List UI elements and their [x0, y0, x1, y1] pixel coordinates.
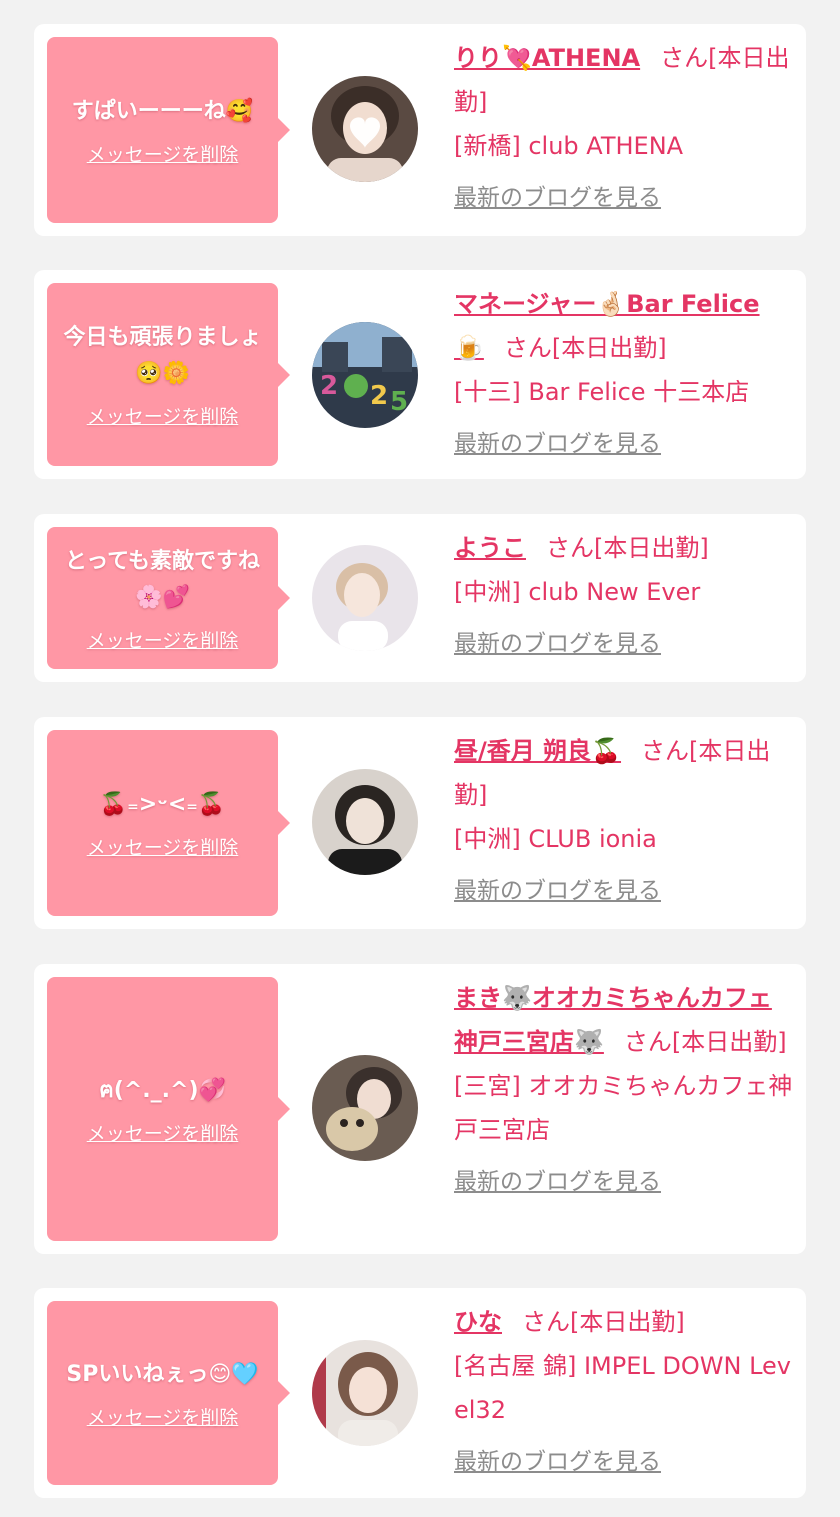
avatar-photo: 2 2 5	[312, 322, 418, 428]
cast-name-link[interactable]: ようこ	[454, 534, 526, 562]
honorific: さん	[623, 1028, 672, 1056]
message-text: 🍒₌>ᵕ<₌🍒	[99, 791, 226, 817]
message-text: 今日も頑張りましょ🥺🌼	[63, 325, 262, 386]
message-text: ฅ(^._.^)💞	[99, 1077, 226, 1103]
message-card: すぱいーーーね🥰 メッセージを削除 りり💘ATHENA さん[本日出勤] [新橋]…	[34, 24, 806, 236]
delete-message-link[interactable]: メッセージを削除	[87, 1403, 239, 1430]
store-name: [三宮] オオカミちゃんカフェ神戸三宮店	[454, 1072, 793, 1144]
message-bubble: 今日も頑張りましょ🥺🌼 メッセージを削除	[47, 283, 290, 466]
cast-name-line: ひな さん[本日出勤]	[454, 1300, 794, 1344]
message-bubble: すぱいーーーね🥰 メッセージを削除	[47, 37, 290, 223]
latest-blog-link[interactable]: 最新のブログを見る	[454, 1164, 794, 1200]
svg-text:5: 5	[390, 387, 408, 417]
cast-info: マネージャー🤞🏻Bar Felice 🍺 さん[本日出勤] [十三] Bar Fe…	[454, 282, 794, 462]
store-name: [中洲] CLUB ionia	[454, 825, 657, 853]
avatar[interactable]	[312, 76, 418, 182]
delete-message-link[interactable]: メッセージを削除	[87, 140, 239, 167]
honorific: さん	[546, 534, 594, 562]
latest-blog-link[interactable]: 最新のブログを見る	[454, 426, 794, 462]
cast-info: 昼/香月 朔良🍒 さん[本日出勤] [中洲] CLUB ionia 最新のブログを…	[454, 729, 794, 909]
delete-message-link[interactable]: メッセージを削除	[87, 1119, 239, 1146]
honorific: さん	[522, 1308, 570, 1336]
avatar-photo	[312, 769, 418, 875]
message-bubble: 🍒₌>ᵕ<₌🍒 メッセージを削除	[47, 730, 290, 916]
delete-message-link[interactable]: メッセージを削除	[87, 626, 239, 653]
cast-info: ひな さん[本日出勤] [名古屋 錦] IMPEL DOWN Level32 最新…	[454, 1300, 794, 1480]
cast-name-link[interactable]: りり💘ATHENA	[454, 44, 640, 72]
cast-name-line: マネージャー🤞🏻Bar Felice 🍺 さん[本日出勤]	[454, 282, 794, 370]
store-name: [中洲] club New Ever	[454, 578, 701, 606]
message-card: 🍒₌>ᵕ<₌🍒 メッセージを削除 昼/香月 朔良🍒 さん[本日出勤] [中洲] C…	[34, 717, 806, 929]
cast-name-line: りり💘ATHENA さん[本日出勤]	[454, 36, 794, 124]
store-name: [新橋] club ATHENA	[454, 132, 684, 160]
message-card: 今日も頑張りましょ🥺🌼 メッセージを削除 2 2 5 マネージャー🤞🏻Bar F…	[34, 270, 806, 479]
cast-name-link[interactable]: 昼/香月 朔良🍒	[454, 737, 621, 765]
delete-message-link[interactable]: メッセージを削除	[87, 833, 239, 860]
honorific: さん	[503, 334, 552, 362]
avatar-photo	[312, 1055, 418, 1161]
store-name: [十三] Bar Felice 十三本店	[454, 378, 750, 406]
message-bubble: ฅ(^._.^)💞 メッセージを削除	[47, 977, 290, 1241]
latest-blog-link[interactable]: 最新のブログを見る	[454, 873, 794, 909]
honorific: さん	[660, 44, 709, 72]
message-card: とっても素敵ですね🌸💕 メッセージを削除 ようこ さん[本日出勤] [中洲] cl…	[34, 514, 806, 682]
cast-info: ようこ さん[本日出勤] [中洲] club New Ever 最新のブログを見る	[454, 526, 794, 662]
cast-name-link[interactable]: ひな	[454, 1308, 502, 1336]
cast-name-line: まき🐺オオカミちゃんカフェ神戸三宮店🐺 さん[本日出勤]	[454, 976, 794, 1064]
attendance-status: [本日出勤]	[671, 1028, 787, 1056]
honorific: さん	[641, 737, 690, 765]
latest-blog-link[interactable]: 最新のブログを見る	[454, 1444, 794, 1480]
cast-info: まき🐺オオカミちゃんカフェ神戸三宮店🐺 さん[本日出勤] [三宮] オオカミちゃん…	[454, 976, 794, 1200]
avatar[interactable]	[312, 1055, 418, 1161]
avatar[interactable]	[312, 1340, 418, 1446]
message-bubble: とっても素敵ですね🌸💕 メッセージを削除	[47, 527, 290, 669]
delete-message-link[interactable]: メッセージを削除	[87, 402, 239, 429]
latest-blog-link[interactable]: 最新のブログを見る	[454, 626, 794, 662]
message-bubble: SPいいねぇっ😊🩵 メッセージを削除	[47, 1301, 290, 1485]
latest-blog-link[interactable]: 最新のブログを見る	[454, 180, 794, 216]
svg-text:2: 2	[320, 371, 338, 401]
cast-name-line: ようこ さん[本日出勤]	[454, 526, 794, 570]
attendance-status: [本日出勤]	[570, 1308, 685, 1336]
message-card: SPいいねぇっ😊🩵 メッセージを削除 ひな さん[本日出勤] [名古屋 錦] IM…	[34, 1288, 806, 1498]
avatar[interactable]	[312, 545, 418, 651]
store-name: [名古屋 錦] IMPEL DOWN Level32	[454, 1352, 792, 1424]
message-card: ฅ(^._.^)💞 メッセージを削除 まき🐺オオカミちゃんカフェ神戸三宮店🐺 さん…	[34, 964, 806, 1254]
avatar-photo	[312, 1340, 418, 1446]
message-text: SPいいねぇっ😊🩵	[66, 1361, 259, 1387]
cast-name-line: 昼/香月 朔良🍒 さん[本日出勤]	[454, 729, 794, 817]
avatar-photo	[312, 545, 418, 651]
attendance-status: [本日出勤]	[551, 334, 667, 362]
message-text: すぱいーーーね🥰	[71, 98, 254, 124]
avatar-photo	[312, 76, 418, 182]
attendance-status: [本日出勤]	[594, 534, 709, 562]
message-text: とっても素敵ですね🌸💕	[64, 548, 261, 610]
cast-info: りり💘ATHENA さん[本日出勤] [新橋] club ATHENA 最新のブロ…	[454, 36, 794, 216]
svg-text:2: 2	[370, 381, 388, 411]
avatar[interactable]: 2 2 5	[312, 322, 418, 428]
avatar[interactable]	[312, 769, 418, 875]
